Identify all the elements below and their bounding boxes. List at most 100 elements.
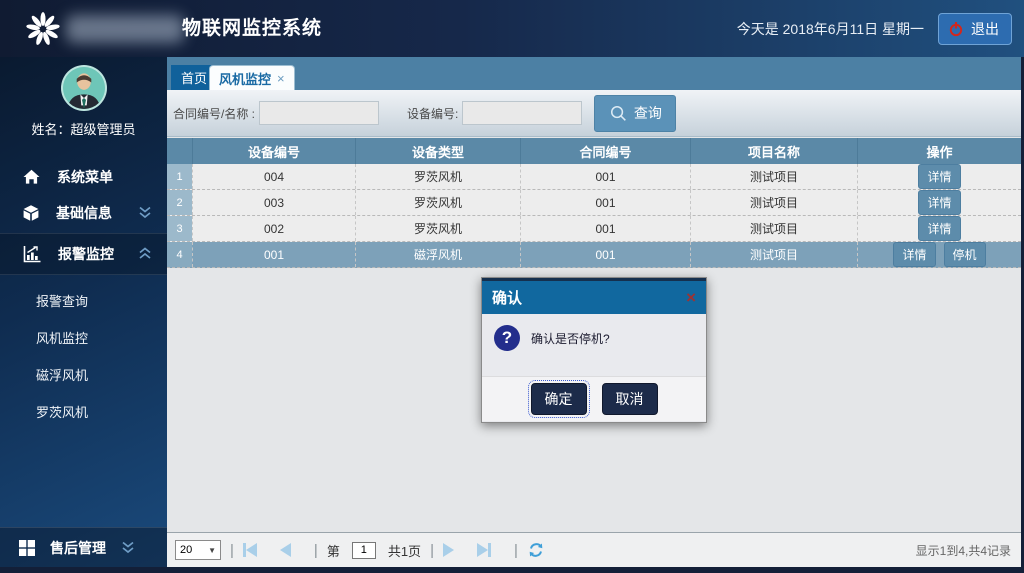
search-icon — [609, 104, 628, 123]
details-button[interactable]: 详情 — [918, 216, 960, 241]
device-input[interactable] — [462, 101, 582, 125]
search-bar: 合同编号/名称 : 设备编号: 查询 — [167, 90, 1021, 137]
page-label-suffix: 共1页 — [388, 541, 421, 560]
col-rownum — [167, 138, 192, 164]
sidebar-item-label: 基础信息 — [56, 203, 121, 223]
page-size-value: 20 — [180, 544, 192, 556]
header-right-group: 今天是 2018年6月11日 星期一 退出 — [737, 0, 1012, 57]
sidebar-item-aftersales[interactable]: 售后管理 — [0, 527, 167, 567]
cell-device-no: 003 — [192, 190, 355, 215]
cell-device-no: 001 — [192, 242, 355, 267]
sidebar-subitem-fan-monitor[interactable]: 风机监控 — [0, 322, 167, 352]
separator: | — [314, 542, 318, 559]
cell-contract-no: 001 — [520, 216, 690, 241]
query-button[interactable]: 查询 — [594, 95, 676, 132]
tab-bar: 首页 风机监控 × — [167, 57, 1021, 90]
cell-project-name: 测试项目 — [690, 242, 857, 267]
sidebar-item-basic-info[interactable]: 基础信息 — [0, 195, 167, 231]
sidebar-item-system-menu[interactable]: 系统菜单 — [0, 159, 167, 195]
page-size-select[interactable]: 20 ▼ — [175, 540, 221, 560]
page-title: 物联网监控系统 — [182, 0, 322, 57]
power-icon — [948, 21, 964, 37]
tab-close-icon[interactable]: × — [277, 71, 285, 86]
col-project-name: 项目名称 — [690, 138, 857, 164]
header-bar: 物联网监控系统 今天是 2018年6月11日 星期一 退出 — [0, 0, 1024, 57]
refresh-button[interactable] — [527, 541, 545, 559]
chevron-down-icon — [120, 541, 136, 555]
tab-fan-monitor[interactable]: 风机监控 × — [209, 65, 295, 90]
sidebar: 姓名：超级管理员 系统菜单 基础信息 报警监控 — [0, 57, 167, 567]
pagination-bar: 20 ▼ | | 第 共1页 | | 显示1到4,共4记录 — [167, 532, 1021, 567]
confirm-ok-button[interactable]: 确定 — [531, 383, 587, 415]
cell-device-type: 磁浮风机 — [355, 242, 520, 267]
col-device-type: 设备类型 — [355, 138, 520, 164]
cell-device-type: 罗茨风机 — [355, 164, 520, 189]
sidebar-item-alarm-monitor[interactable]: 报警监控 — [0, 233, 167, 275]
company-name-redacted — [66, 15, 184, 43]
sidebar-item-label: 售后管理 — [50, 538, 106, 558]
last-page-button[interactable] — [477, 543, 491, 557]
table-row-selected[interactable]: 4 001 磁浮风机 001 测试项目 详情 停机 — [167, 242, 1021, 268]
dialog-message: 确认是否停机? — [531, 330, 610, 376]
stop-button[interactable]: 停机 — [944, 242, 986, 267]
cell-contract-no: 001 — [520, 242, 690, 267]
contract-input[interactable] — [259, 101, 379, 125]
table-row[interactable]: 1 004 罗茨风机 001 测试项目 详情 — [167, 164, 1021, 190]
separator: | — [514, 542, 518, 559]
row-number: 4 — [167, 242, 192, 267]
table-header-row: 设备编号 设备类型 合同编号 项目名称 操作 — [167, 138, 1021, 164]
chevron-up-icon — [137, 247, 153, 261]
cell-device-type: 罗茨风机 — [355, 216, 520, 241]
sidebar-subitem-alarm-query[interactable]: 报警查询 — [0, 285, 167, 315]
submenu-label: 报警查询 — [36, 291, 88, 310]
records-summary: 显示1到4,共4记录 — [916, 533, 1011, 568]
details-button[interactable]: 详情 — [918, 164, 960, 189]
avatar — [61, 65, 107, 111]
tab-label: 首页 — [181, 68, 207, 87]
submenu-label: 罗茨风机 — [36, 402, 88, 421]
dialog-footer: 确定 取消 — [482, 376, 706, 421]
logo-icon — [24, 10, 62, 48]
cube-icon — [22, 204, 40, 222]
row-number: 1 — [167, 164, 192, 189]
sidebar-subitem-maglev-fan[interactable]: 磁浮风机 — [0, 359, 167, 389]
logout-label: 退出 — [971, 19, 999, 39]
details-button[interactable]: 详情 — [893, 242, 935, 267]
cell-device-type: 罗茨风机 — [355, 190, 520, 215]
row-number: 3 — [167, 216, 192, 241]
dialog-close-icon[interactable]: × — [686, 288, 696, 308]
cell-contract-no: 001 — [520, 164, 690, 189]
submenu-label: 风机监控 — [36, 328, 88, 347]
table-row[interactable]: 3 002 罗茨风机 001 测试项目 详情 — [167, 216, 1021, 242]
separator: | — [230, 542, 234, 559]
confirm-cancel-button[interactable]: 取消 — [602, 383, 658, 415]
question-icon: ? — [494, 325, 520, 351]
next-page-button[interactable] — [443, 543, 454, 557]
dialog-title-bar[interactable]: 确认 × — [482, 278, 706, 314]
page-number-input[interactable] — [352, 542, 376, 559]
first-page-button[interactable] — [243, 543, 257, 557]
cell-project-name: 测试项目 — [690, 216, 857, 241]
col-device-no: 设备编号 — [192, 138, 355, 164]
separator: | — [430, 542, 434, 559]
chart-icon — [22, 244, 42, 264]
date-text: 今天是 2018年6月11日 星期一 — [737, 19, 924, 39]
cell-project-name: 测试项目 — [690, 190, 857, 215]
cell-contract-no: 001 — [520, 190, 690, 215]
cell-project-name: 测试项目 — [690, 164, 857, 189]
logout-button[interactable]: 退出 — [938, 13, 1012, 45]
chevron-down-icon — [137, 206, 153, 220]
table-row[interactable]: 2 003 罗茨风机 001 测试项目 详情 — [167, 190, 1021, 216]
caret-down-icon: ▼ — [208, 546, 216, 555]
details-button[interactable]: 详情 — [918, 190, 960, 215]
submenu-label: 磁浮风机 — [36, 365, 88, 384]
page-label-prefix: 第 — [327, 541, 340, 560]
cell-device-no: 002 — [192, 216, 355, 241]
dialog-body: ? 确认是否停机? — [482, 314, 706, 376]
user-name-label: 姓名：超级管理员 — [0, 119, 167, 138]
sidebar-item-label: 报警监控 — [58, 244, 121, 264]
prev-page-button[interactable] — [280, 543, 291, 557]
col-operation: 操作 — [857, 138, 1021, 164]
sidebar-item-label: 系统菜单 — [57, 167, 167, 187]
sidebar-subitem-roots-fan[interactable]: 罗茨风机 — [0, 396, 167, 426]
